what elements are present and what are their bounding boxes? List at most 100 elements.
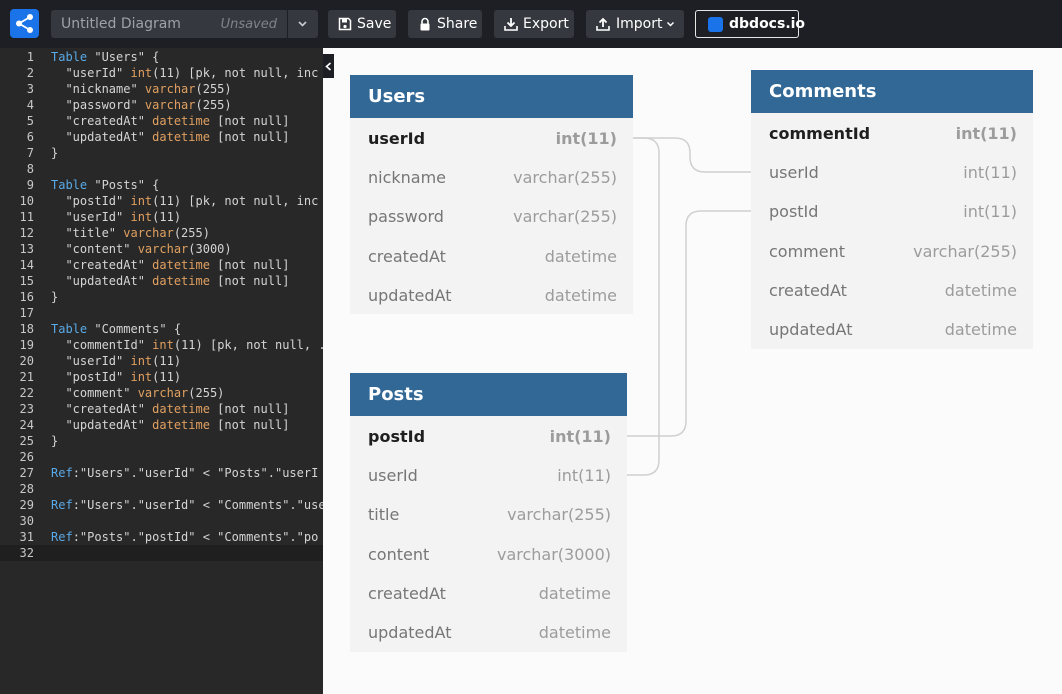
code-token: (255)	[173, 226, 210, 240]
share-button[interactable]: Share	[408, 10, 482, 38]
code-line[interactable]: 2 "userId" int(11) [pk, not null, inc	[0, 65, 323, 81]
diagram-name-field[interactable]: Untitled Diagram Unsaved	[51, 10, 287, 38]
table-header[interactable]: Posts	[350, 373, 627, 416]
table-field-updatedat[interactable]: updatedAt datetime	[350, 276, 633, 315]
table-field-password[interactable]: password varchar(255)	[350, 197, 633, 236]
diagram-menu-button[interactable]	[288, 10, 318, 38]
table-users[interactable]: Users userId int(11) nickname varchar(255) pa…	[350, 75, 633, 314]
table-posts[interactable]: Posts postId int(11) userId int(11) title varc…	[350, 373, 627, 652]
field-name: updatedAt	[769, 320, 853, 339]
table-name: Users	[368, 86, 426, 107]
ref-posts-postid-to-comments-postid	[627, 210, 751, 437]
line-number: 7	[26, 146, 34, 160]
code-line[interactable]: 29 Ref:"Users"."userId" < "Comments"."use	[0, 497, 323, 513]
field-type: int(11)	[955, 124, 1017, 143]
field-type: datetime	[538, 623, 611, 642]
code-line[interactable]: 22 "comment" varchar(255)	[0, 385, 323, 401]
code-line[interactable]: 19 "commentId" int(11) [pk, not null, .	[0, 337, 323, 353]
import-label: Import	[616, 16, 663, 32]
field-name: commentId	[769, 124, 871, 143]
code-token: "nickname"	[51, 82, 145, 96]
code-line[interactable]: 16}	[0, 289, 323, 305]
code-line[interactable]: 6 "updatedAt" datetime [not null]	[0, 129, 323, 145]
table-field-comment[interactable]: comment varchar(255)	[751, 232, 1033, 271]
code-line[interactable]: 21 "postId" int(11)	[0, 369, 323, 385]
line-number: 32	[19, 546, 34, 560]
table-field-commentid[interactable]: commentId int(11)	[751, 114, 1033, 153]
table-header[interactable]: Users	[350, 75, 633, 118]
code-line[interactable]: 17	[0, 305, 323, 321]
code-text: "userId" int(11)	[51, 209, 181, 225]
code-keyword: Ref	[51, 466, 73, 480]
table-field-createdat[interactable]: createdAt datetime	[350, 237, 633, 276]
code-line[interactable]: 8	[0, 161, 323, 177]
code-token: :"Users"."userId" < "Comments"."use	[72, 498, 323, 512]
table-field-nickname[interactable]: nickname varchar(255)	[350, 158, 633, 197]
table-comments[interactable]: Comments commentId int(11) userId int(11) pos…	[751, 70, 1033, 349]
code-text: "createdAt" datetime [not null]	[51, 257, 289, 273]
code-token: (255)	[195, 82, 232, 96]
export-button[interactable]: Export	[494, 10, 574, 38]
code-line[interactable]: 15 "updatedAt" datetime [not null]	[0, 273, 323, 289]
diagram-name[interactable]: Untitled Diagram	[61, 16, 181, 32]
code-line[interactable]: 4 "password" varchar(255)	[0, 97, 323, 113]
line-number: 15	[19, 274, 34, 288]
code-line[interactable]: 14 "createdAt" datetime [not null]	[0, 257, 323, 273]
code-line[interactable]: 9 Table "Posts" {	[0, 177, 323, 193]
ref-users-userid-to-comments-userid	[633, 137, 751, 173]
field-type: datetime	[538, 583, 611, 603]
code-line[interactable]: 12 "title" varchar(255)	[0, 225, 323, 241]
table-field-postid[interactable]: postId int(11)	[350, 417, 627, 456]
table-field-userid[interactable]: userId int(11)	[751, 153, 1033, 192]
code-line[interactable]: 13 "content" varchar(3000)	[0, 241, 323, 257]
code-token: "Users" {	[87, 50, 160, 64]
code-line[interactable]: 20 "userId" int(11)	[0, 353, 323, 369]
line-number: 18	[19, 322, 34, 336]
dbdocs-button[interactable]: dbdocs.io	[695, 10, 805, 38]
table-field-updatedat[interactable]: updatedAt datetime	[751, 310, 1033, 349]
line-number: 26	[19, 450, 34, 464]
code-line[interactable]: 1 Table "Users" {	[0, 49, 323, 65]
code-line[interactable]: 32	[0, 545, 323, 561]
code-type: int	[130, 66, 153, 80]
code-line[interactable]: 24 "updatedAt" datetime [not null]	[0, 417, 323, 433]
code-line[interactable]: 3 "nickname" varchar(255)	[0, 81, 323, 97]
app-logo-icon[interactable]	[10, 9, 39, 38]
line-number: 12	[19, 226, 34, 240]
table-field-updatedat[interactable]: updatedAt datetime	[350, 613, 627, 652]
code-line[interactable]: 5 "createdAt" datetime [not null]	[0, 113, 323, 129]
code-line[interactable]: 10 "postId" int(11) [pk, not null, inc	[0, 193, 323, 209]
code-line[interactable]: 26	[0, 449, 323, 465]
code-line[interactable]: 31 Ref:"Posts"."postId" < "Comments"."po	[0, 529, 323, 545]
table-field-userid[interactable]: userId int(11)	[350, 456, 627, 495]
table-field-userid[interactable]: userId int(11)	[350, 119, 633, 158]
code-type: datetime	[152, 130, 210, 144]
table-header[interactable]: Comments	[751, 70, 1033, 113]
export-label: Export	[523, 16, 569, 32]
code-line[interactable]: 18 Table "Comments" {	[0, 321, 323, 337]
table-field-content[interactable]: content varchar(3000)	[350, 535, 627, 574]
diagram-canvas[interactable]: Users userId int(11) nickname varchar(255) pa…	[334, 48, 1062, 694]
code-line[interactable]: 30	[0, 513, 323, 529]
table-field-createdat[interactable]: createdAt datetime	[751, 271, 1033, 310]
code-line[interactable]: 25}	[0, 433, 323, 449]
code-editor[interactable]: 1 Table "Users" {2 "userId" int(11) [pk, …	[0, 48, 323, 694]
code-line[interactable]: 23 "createdAt" datetime [not null]	[0, 401, 323, 417]
table-field-postid[interactable]: postId int(11)	[751, 192, 1033, 231]
code-line[interactable]: 11 "userId" int(11)	[0, 209, 323, 225]
table-field-title[interactable]: title varchar(255)	[350, 495, 627, 534]
code-type: int	[152, 338, 174, 352]
field-type: int(11)	[963, 163, 1017, 183]
table-field-createdat[interactable]: createdAt datetime	[350, 574, 627, 613]
field-type: int(11)	[555, 129, 617, 148]
import-button[interactable]: Import	[586, 10, 684, 38]
code-line[interactable]: 28	[0, 481, 323, 497]
code-text: }	[51, 145, 58, 161]
code-type: varchar	[144, 82, 196, 96]
save-button[interactable]: Save	[328, 10, 396, 38]
code-line[interactable]: 27 Ref:"Users"."userId" < "Posts"."userI	[0, 465, 323, 481]
collapse-editor-button[interactable]	[323, 54, 334, 78]
code-token: (11)	[152, 354, 182, 368]
code-line[interactable]: 7}	[0, 145, 323, 161]
field-name: updatedAt	[368, 623, 452, 642]
